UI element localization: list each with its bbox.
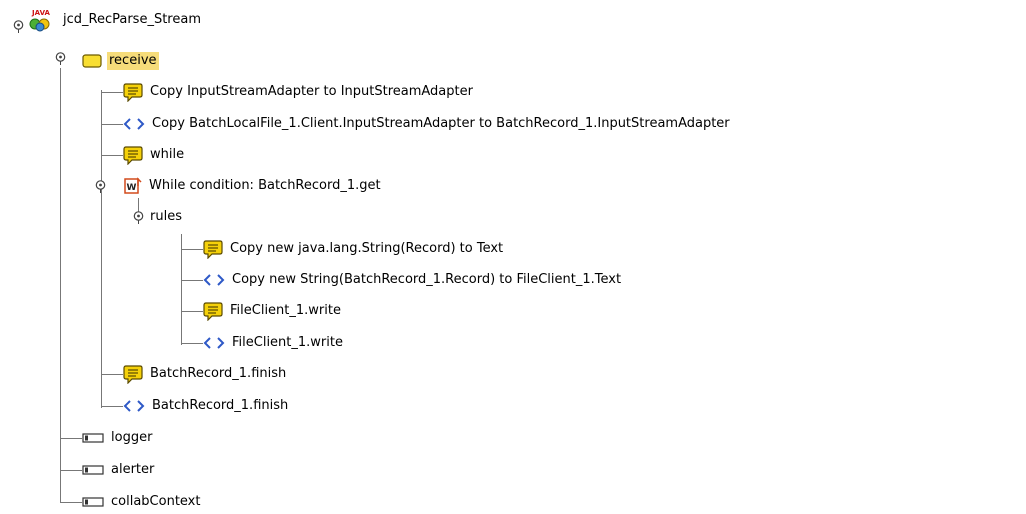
tree-node-label: Copy new java.lang.String(Record) to Tex…	[230, 241, 504, 256]
tree-node-label: Copy BatchLocalFile_1.Client.InputStream…	[152, 116, 730, 131]
tree-node-label: jcd_RecParse_Stream	[63, 12, 201, 27]
tree-connector	[101, 92, 123, 93]
tree-connector	[101, 90, 102, 408]
tree-node-label: FileClient_1.write	[230, 303, 341, 318]
while-loop-icon: W	[124, 177, 142, 194]
tree-node-comment[interactable]: BatchRecord_1.finish	[123, 362, 288, 386]
comment-icon	[123, 146, 143, 165]
map-icon	[123, 400, 145, 412]
tree-node-while[interactable]: W While condition: BatchRecord_1.get	[124, 174, 383, 198]
tree-node-label: BatchRecord_1.finish	[150, 366, 287, 381]
java-collaboration-icon: JAVA	[29, 9, 51, 32]
collapse-toggle-icon[interactable]	[54, 52, 67, 65]
comment-icon	[203, 302, 223, 321]
map-icon	[203, 337, 225, 349]
tree-node-label: while	[150, 147, 185, 162]
tree-node-label: BatchRecord_1.finish	[152, 398, 289, 413]
tree-node-comment[interactable]: while	[123, 143, 186, 167]
tree-connector	[60, 502, 82, 503]
tree-node-label: While condition: BatchRecord_1.get	[149, 178, 381, 193]
map-icon	[203, 274, 225, 286]
tree-node-label: FileClient_1.write	[232, 335, 343, 350]
tree-node-label: alerter	[111, 462, 155, 477]
tree-node-map[interactable]: Copy new String(BatchRecord_1.Record) to…	[203, 268, 623, 292]
tree-connector	[60, 68, 61, 502]
tree-node-rules[interactable]: rules	[148, 205, 184, 229]
tree-node-label: rules	[150, 209, 182, 224]
svg-text:W: W	[127, 183, 137, 193]
tree-node-label: Copy new String(BatchRecord_1.Record) to…	[232, 272, 622, 287]
tree-connector	[101, 406, 123, 407]
bean-field-icon	[82, 497, 104, 507]
collapse-toggle-icon[interactable]	[132, 211, 145, 224]
tree-node-label: Copy InputStreamAdapter to InputStreamAd…	[150, 84, 473, 99]
collapse-toggle-icon[interactable]	[94, 180, 107, 193]
tree-node-label: logger	[111, 430, 153, 445]
bean-field-icon	[82, 433, 104, 443]
collapse-toggle-icon[interactable]	[12, 20, 25, 33]
map-icon	[123, 118, 145, 130]
collaboration-tree: JAVA jcd_RecParse_Stream receive Copy In…	[0, 0, 1026, 512]
comment-icon	[123, 83, 143, 102]
tree-node-comment[interactable]: Copy new java.lang.String(Record) to Tex…	[203, 237, 505, 261]
comment-icon	[123, 365, 143, 384]
tree-connector	[181, 343, 203, 344]
tree-node-collaboration[interactable]: JAVA jcd_RecParse_Stream	[26, 8, 203, 32]
tree-connector	[181, 234, 182, 345]
tree-connector	[60, 438, 82, 439]
tree-connector	[101, 155, 123, 156]
tree-connector	[101, 124, 123, 125]
tree-node-label: collabContext	[111, 494, 201, 509]
tree-node-field[interactable]: logger	[82, 426, 154, 450]
tree-node-map[interactable]: Copy BatchLocalFile_1.Client.InputStream…	[123, 112, 732, 136]
tree-connector	[181, 311, 203, 312]
method-folder-icon	[82, 54, 102, 68]
tree-node-field[interactable]: alerter	[82, 458, 156, 482]
comment-icon	[203, 240, 223, 259]
tree-connector	[101, 374, 123, 375]
tree-node-method[interactable]: receive	[82, 49, 159, 73]
tree-node-label: receive	[107, 52, 159, 70]
tree-connector	[181, 249, 203, 250]
tree-node-map[interactable]: BatchRecord_1.finish	[123, 394, 290, 418]
tree-connector	[181, 280, 203, 281]
tree-node-comment[interactable]: Copy InputStreamAdapter to InputStreamAd…	[123, 80, 475, 104]
tree-connector	[60, 470, 82, 471]
tree-node-field[interactable]: collabContext	[82, 490, 202, 514]
tree-node-comment[interactable]: FileClient_1.write	[203, 299, 343, 323]
svg-text:JAVA: JAVA	[31, 9, 50, 17]
bean-field-icon	[82, 465, 104, 475]
tree-node-map[interactable]: FileClient_1.write	[203, 331, 345, 355]
